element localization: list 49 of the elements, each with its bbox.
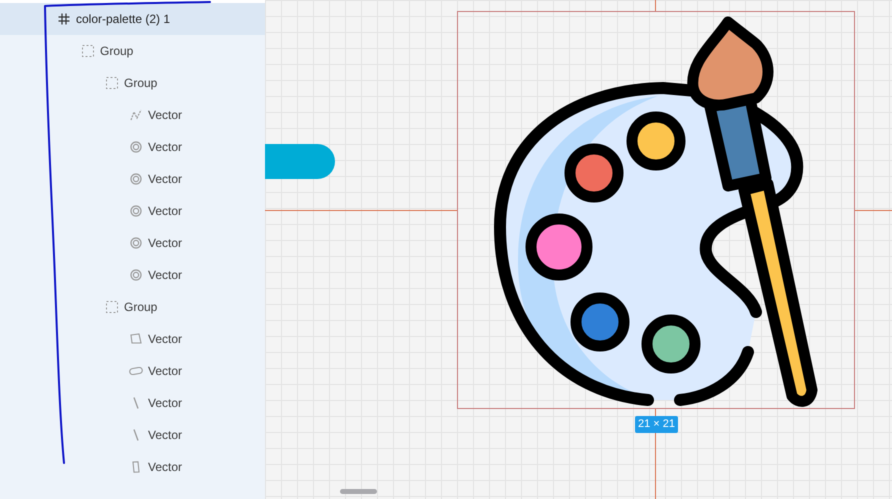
layer-name: Group bbox=[100, 43, 134, 60]
layer-row[interactable]: Vector bbox=[0, 387, 265, 419]
frame-hash-icon bbox=[58, 13, 70, 25]
ring-icon bbox=[130, 205, 142, 217]
layer-row[interactable]: Vector bbox=[0, 323, 265, 355]
layer-row[interactable]: Group bbox=[0, 67, 265, 99]
layer-name: Vector bbox=[148, 203, 182, 220]
layer-name: Vector bbox=[148, 395, 182, 412]
slanted-line-icon bbox=[133, 397, 139, 409]
ring-icon bbox=[130, 173, 142, 185]
layer-row[interactable]: Group bbox=[0, 35, 265, 67]
layer-name: Vector bbox=[148, 459, 182, 476]
layer-row[interactable]: Vector bbox=[0, 163, 265, 195]
frame-selection[interactable] bbox=[457, 11, 855, 409]
layer-row[interactable]: Group bbox=[0, 291, 265, 323]
slanted-line-icon bbox=[133, 429, 139, 441]
size-badge: 21 × 21 bbox=[635, 416, 678, 433]
layer-row[interactable]: Vector bbox=[0, 355, 265, 387]
pen-path-icon bbox=[130, 109, 142, 121]
dashed-square-icon bbox=[106, 77, 118, 89]
tall-bar-icon bbox=[132, 461, 140, 473]
scrollbar-thumb[interactable] bbox=[340, 489, 377, 494]
dashed-square-icon bbox=[106, 301, 118, 313]
layer-name: Vector bbox=[148, 427, 182, 444]
layer-row[interactable]: Vector bbox=[0, 131, 265, 163]
layer-row[interactable]: Vector bbox=[0, 259, 265, 291]
ring-icon bbox=[130, 141, 142, 153]
layer-name: Vector bbox=[148, 331, 182, 348]
layer-name: Vector bbox=[148, 139, 182, 156]
layer-row[interactable]: color-palette (2) 1 bbox=[0, 3, 265, 35]
pill-shape-icon bbox=[129, 367, 143, 375]
layer-name: Group bbox=[124, 75, 158, 92]
layer-name: Group bbox=[124, 299, 158, 316]
layer-name: Vector bbox=[148, 107, 182, 124]
layer-name: Vector bbox=[148, 171, 182, 188]
layer-name: Vector bbox=[148, 363, 182, 380]
layer-row[interactable]: Vector bbox=[0, 195, 265, 227]
dashed-square-icon bbox=[82, 45, 94, 57]
layer-row[interactable]: Vector bbox=[0, 451, 265, 483]
layer-name: Vector bbox=[148, 235, 182, 252]
layer-row[interactable]: Vector bbox=[0, 99, 265, 131]
ring-icon bbox=[130, 237, 142, 249]
quad-shape-icon bbox=[130, 333, 142, 345]
ring-icon bbox=[130, 269, 142, 281]
layer-row[interactable]: Vector bbox=[0, 419, 265, 451]
layer-name: Vector bbox=[148, 267, 182, 284]
rounded-bar-shape bbox=[265, 144, 335, 179]
layer-name: color-palette (2) 1 bbox=[76, 11, 170, 28]
layer-row[interactable]: Vector bbox=[0, 227, 265, 259]
